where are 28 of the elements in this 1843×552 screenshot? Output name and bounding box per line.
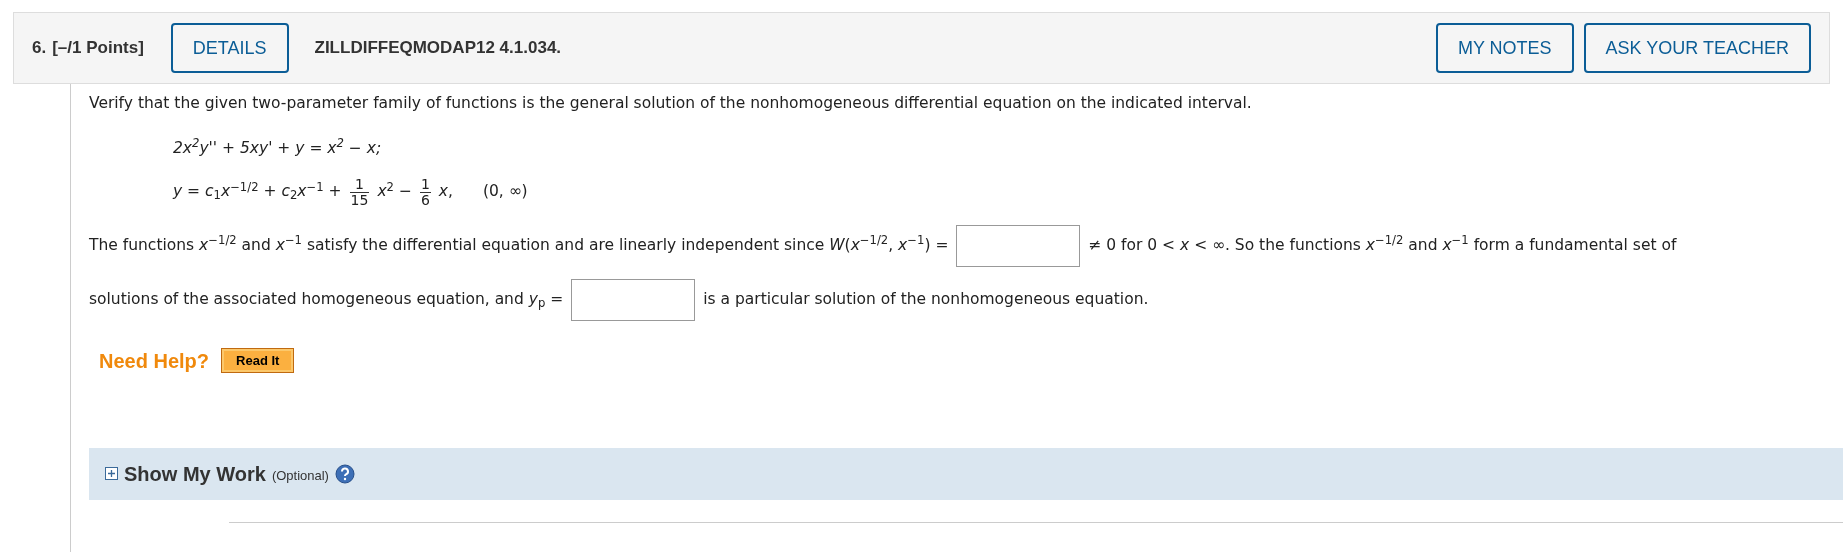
answer-field[interactable]: [956, 224, 1081, 267]
math-text: ≠ 0 for 0 < x < ∞. So the functions x$^{−1/2}$ and x$^{−1}$ form a fundamental set of: [1088, 233, 1677, 256]
need-help-label: Need Help?: [99, 348, 210, 374]
fraction-denominator: 6: [419, 191, 431, 208]
math-text: x$^{2}$ −: [377, 180, 412, 203]
header-button[interactable]: MY NOTES: [1435, 23, 1574, 73]
show-work-title[interactable]: Show My Work: [124, 458, 266, 489]
fraction-denominator: 15: [349, 191, 370, 208]
header-button[interactable]: ASK YOUR TEACHER: [1583, 23, 1811, 73]
answer-field[interactable]: [571, 278, 696, 321]
question-number: 6.: [32, 37, 47, 60]
help-icon[interactable]: [334, 463, 355, 484]
math-text: is a particular solution of the nonhomogeneous equation.: [703, 288, 1149, 310]
details-button[interactable]: DETAILS: [170, 23, 289, 73]
fraction-numerator: 1: [420, 176, 430, 192]
points-label: [–/1 Points]: [52, 37, 144, 60]
read-it-button[interactable]: Read It: [221, 347, 295, 374]
fraction-numerator: 1: [355, 176, 364, 192]
expand-icon[interactable]: [105, 467, 118, 480]
math-text: The functions x$^{−1/2}$ and x$^{−1}$ satisfy the differential equation and are linearly independent since W(x$^{−1/2}$, x$^{−1}$) =: [89, 233, 949, 256]
problem-id: ZILLDIFFEQMODAP12 4.1.034.: [314, 37, 562, 60]
differential-equation: 2x$^{2}$y'' + 5xy' + y = x$^{2}$ − x;: [173, 139, 382, 158]
interval-text: (0, ∞): [482, 181, 528, 203]
math-text: x,: [438, 181, 453, 203]
math-text: y = c$_{1}$x$^{−1/2}$ + c$_{2}$x$^{−1}$ +: [173, 180, 342, 204]
math-text: solutions of the associated homogeneous equation, and y$_{p}$ =: [89, 288, 564, 312]
instruction-text: Verify that the given two-parameter family of functions is the general solution of the nonhomogeneous differential equation on the indicated interval.: [89, 93, 1253, 114]
optional-note: (Optional): [271, 466, 329, 485]
